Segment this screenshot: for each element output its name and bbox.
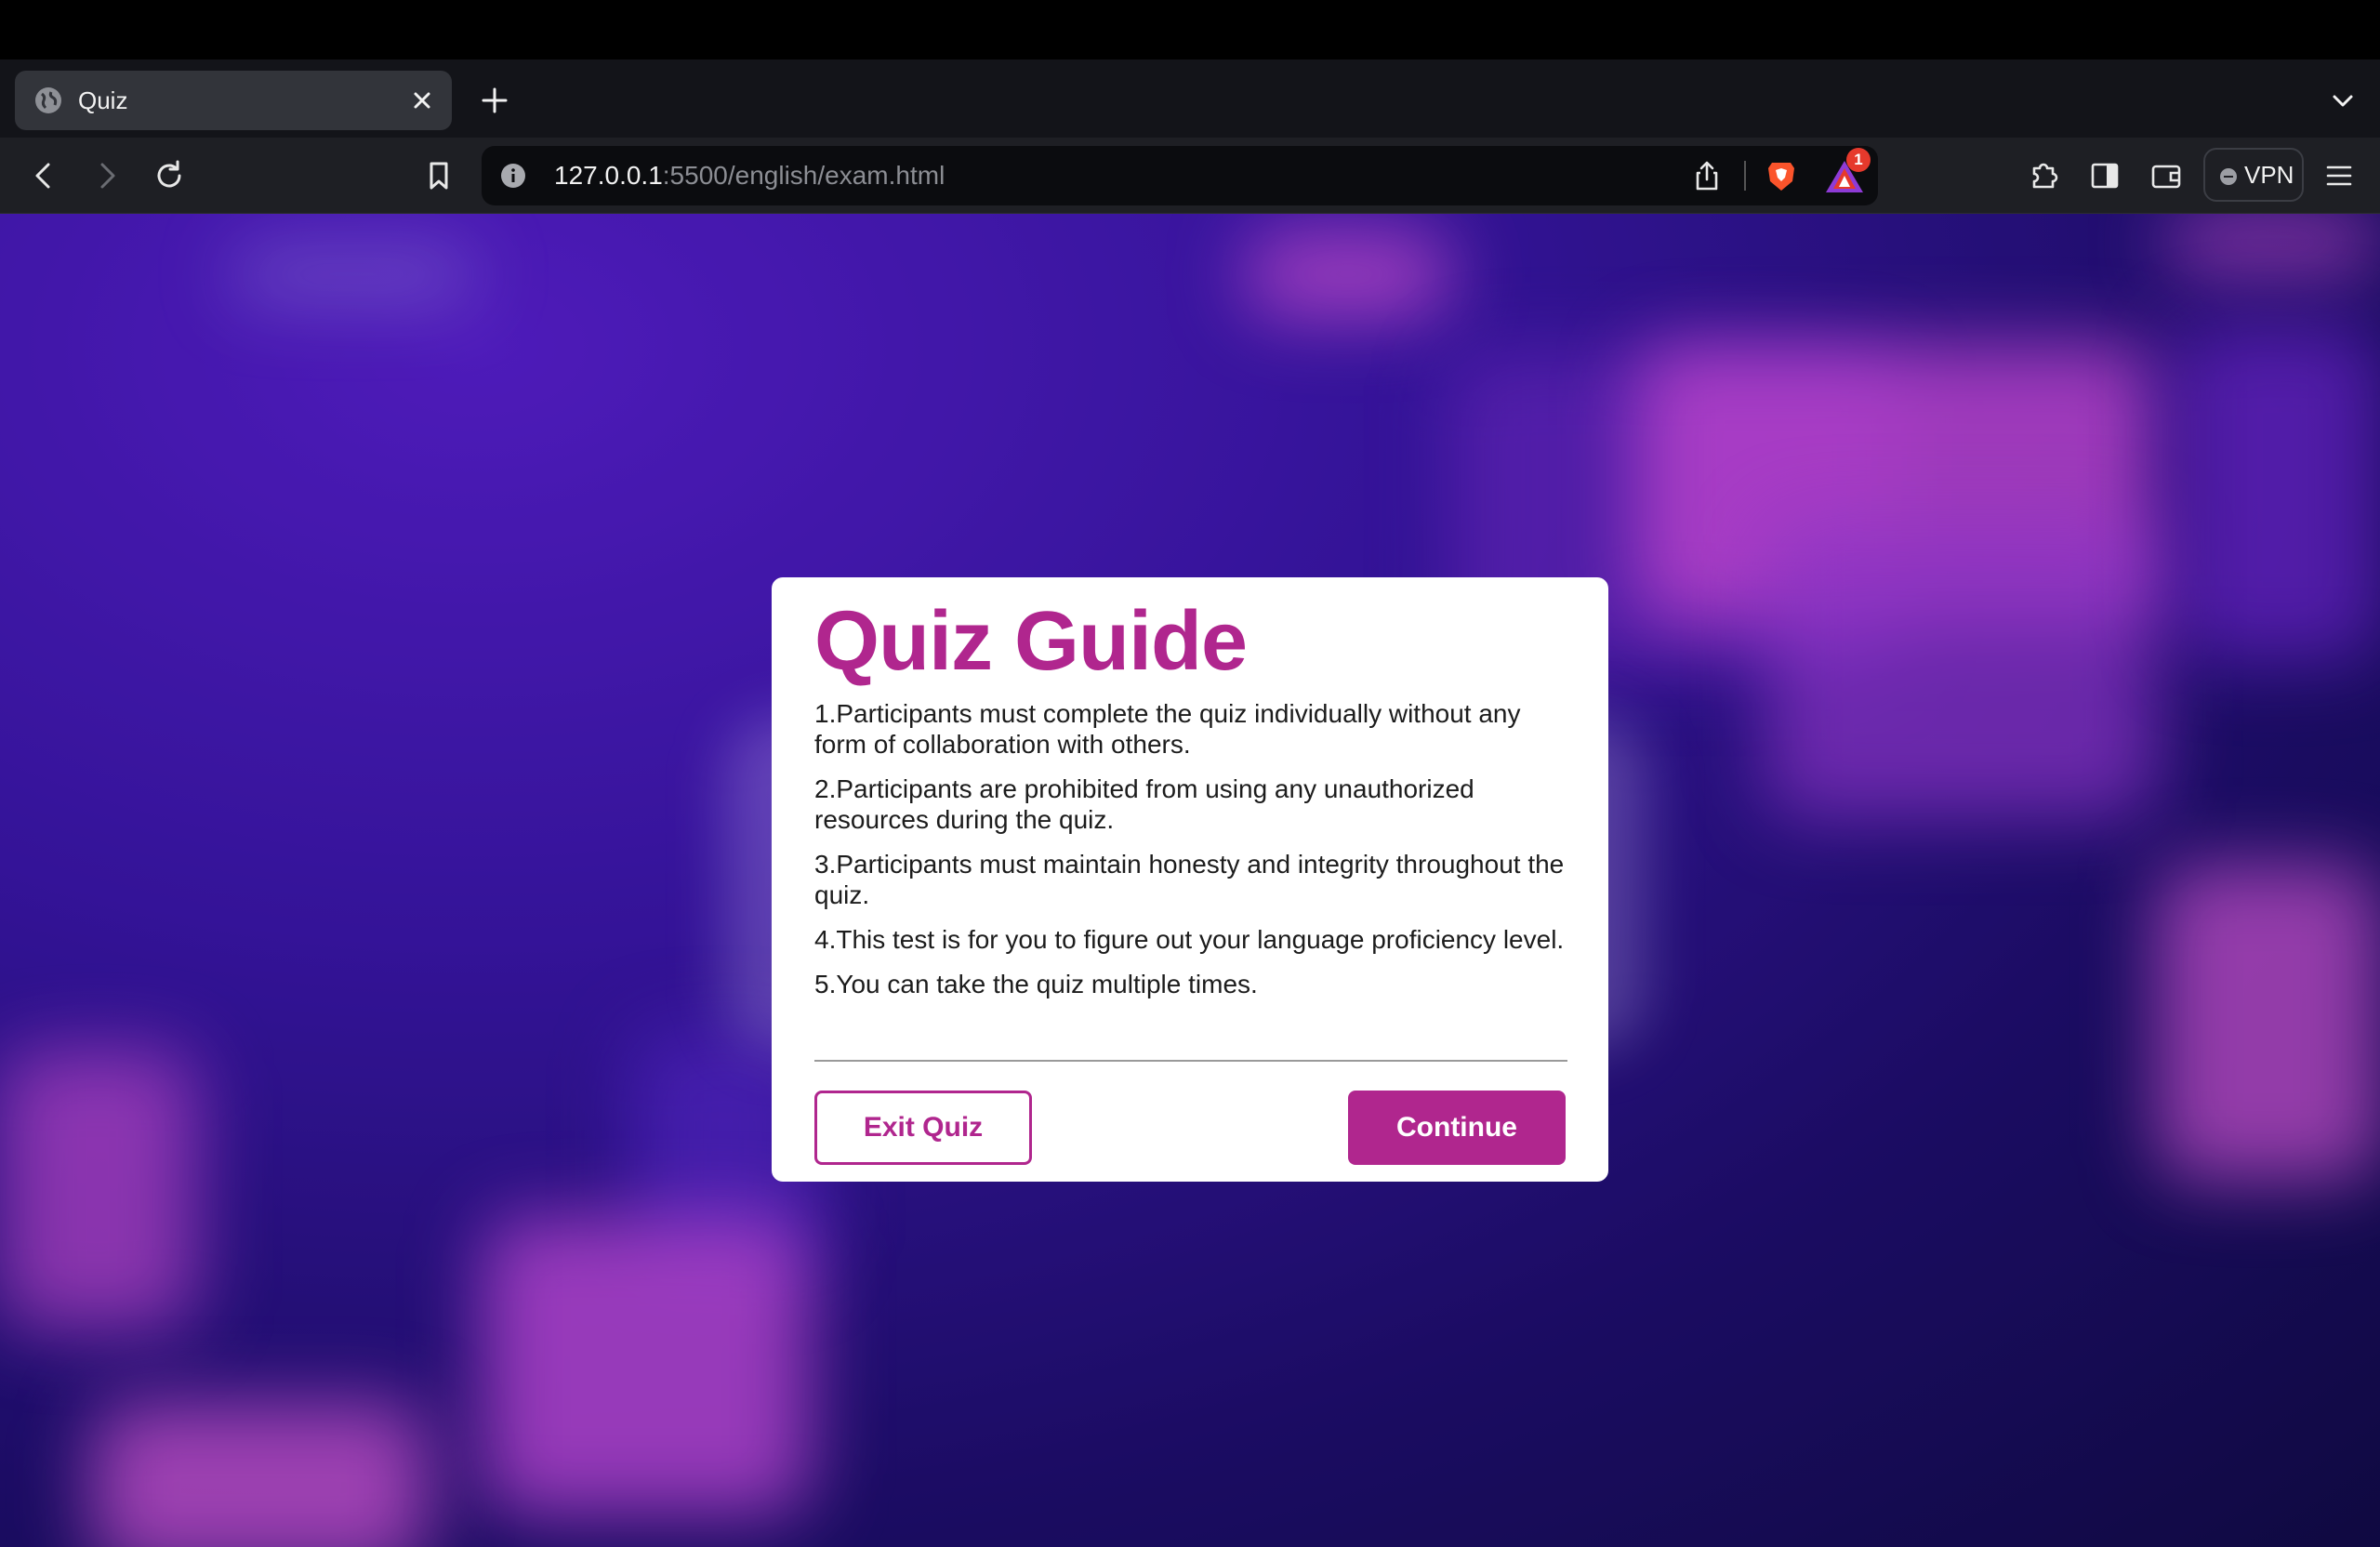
tab-quiz[interactable]: Quiz xyxy=(15,71,452,130)
rules-list: 1.Participants must complete the quiz in… xyxy=(814,698,1577,1013)
modal-title: Quiz Guide xyxy=(814,595,1248,688)
chevron-down-icon[interactable] xyxy=(2326,84,2360,117)
rule-item: 4.This test is for you to figure out you… xyxy=(814,925,1565,954)
forward-arrow-icon[interactable] xyxy=(86,155,126,196)
url-host: 127.0.0.1 xyxy=(554,161,663,190)
brave-shield-icon[interactable] xyxy=(1763,157,1800,194)
vpn-status-icon xyxy=(2220,168,2237,185)
window-titlebar xyxy=(0,0,2380,60)
vpn-label: VPN xyxy=(2244,161,2294,189)
wallet-icon[interactable] xyxy=(2146,155,2187,196)
info-icon[interactable] xyxy=(500,163,526,189)
quiz-guide-modal: Quiz Guide 1.Participants must complete … xyxy=(772,577,1608,1182)
rewards-badge: 1 xyxy=(1846,148,1871,172)
rule-item: 1.Participants must complete the quiz in… xyxy=(814,699,1521,759)
address-bar[interactable]: 127.0.0.1:5500/english/exam.html 1 xyxy=(482,146,1878,205)
vpn-button[interactable]: VPN xyxy=(2203,148,2304,202)
page-viewport: Quiz Guide 1.Participants must complete … xyxy=(0,214,2380,1547)
exit-quiz-button[interactable]: Exit Quiz xyxy=(814,1091,1032,1165)
continue-button[interactable]: Continue xyxy=(1348,1091,1566,1165)
sidebar-icon[interactable] xyxy=(2084,155,2125,196)
tab-title: Quiz xyxy=(78,86,128,114)
rule-item: 2.Participants are prohibited from using… xyxy=(814,774,1474,834)
url-text: 127.0.0.1:5500/english/exam.html xyxy=(554,146,945,205)
globe-icon xyxy=(35,87,61,113)
back-arrow-icon[interactable] xyxy=(24,155,65,196)
reload-icon[interactable] xyxy=(149,155,190,196)
close-icon[interactable] xyxy=(405,84,439,117)
tab-strip: Quiz xyxy=(0,60,2380,138)
bookmark-icon[interactable] xyxy=(418,155,459,196)
browser-toolbar: 127.0.0.1:5500/english/exam.html 1 VPN xyxy=(0,138,2380,214)
rule-item: 5.You can take the quiz multiple times. xyxy=(814,970,1258,998)
extensions-icon[interactable] xyxy=(2023,155,2064,196)
rule-item: 3.Participants must maintain honesty and… xyxy=(814,850,1565,909)
address-separator xyxy=(1744,161,1746,191)
menu-icon[interactable] xyxy=(2319,155,2360,196)
url-path: :5500/english/exam.html xyxy=(662,161,945,190)
share-icon[interactable] xyxy=(1690,159,1724,192)
plus-icon[interactable] xyxy=(476,82,513,119)
divider xyxy=(814,1060,1567,1062)
